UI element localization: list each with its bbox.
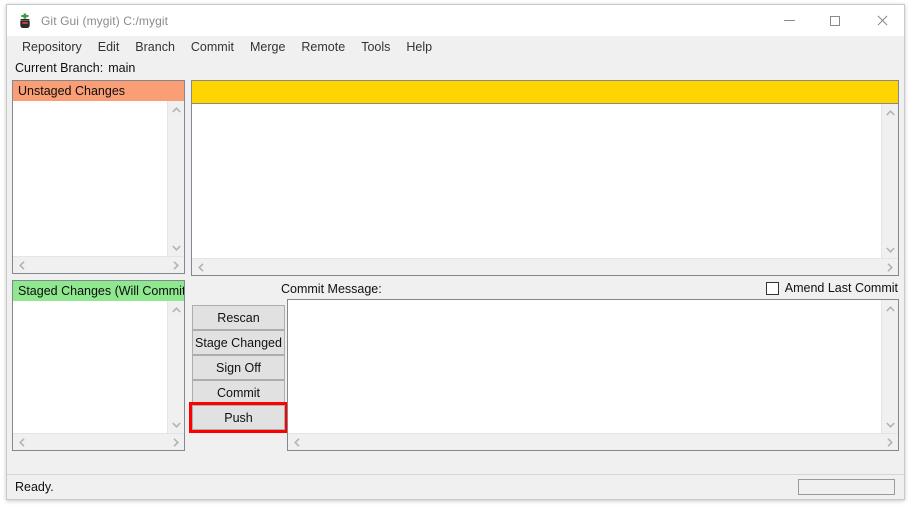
window-title: Git Gui (mygit) C:/mygit	[41, 14, 168, 28]
commit-message-panel	[287, 299, 899, 451]
diff-vertical-scrollbar[interactable]	[881, 104, 898, 275]
status-progress-box	[798, 479, 895, 495]
push-button[interactable]: Push	[192, 405, 285, 430]
menu-item-branch[interactable]: Branch	[127, 38, 183, 57]
menu-item-help[interactable]: Help	[398, 38, 440, 57]
diff-text-area[interactable]	[192, 103, 898, 275]
amend-last-commit-label: Amend Last Commit	[785, 281, 898, 295]
status-text: Ready.	[7, 480, 54, 494]
commit-button-label: Commit	[217, 386, 260, 400]
amend-last-commit-option[interactable]: Amend Last Commit	[766, 281, 898, 295]
unstaged-vertical-scrollbar[interactable]	[167, 101, 184, 273]
scroll-left-icon[interactable]	[13, 257, 30, 274]
push-button-label: Push	[224, 411, 253, 425]
diff-viewer-panel	[191, 80, 899, 276]
unstaged-changes-list[interactable]	[13, 101, 184, 273]
status-bar: Ready.	[7, 474, 904, 499]
title-bar: Git Gui (mygit) C:/mygit	[7, 5, 904, 36]
scroll-up-icon[interactable]	[168, 101, 185, 118]
close-button[interactable]	[858, 5, 904, 36]
scroll-left-icon[interactable]	[13, 434, 30, 451]
maximize-button[interactable]	[812, 5, 858, 36]
stage-changed-button-label: Stage Changed	[195, 336, 282, 350]
window-controls	[766, 5, 904, 36]
menu-item-repository[interactable]: Repository	[14, 38, 90, 57]
stage-changed-button[interactable]: Stage Changed	[192, 330, 285, 355]
scroll-right-icon[interactable]	[881, 434, 898, 451]
rescan-button[interactable]: Rescan	[192, 305, 285, 330]
main-body: Unstaged Changes	[7, 77, 904, 475]
minimize-button[interactable]	[766, 5, 812, 36]
menu-item-merge[interactable]: Merge	[242, 38, 293, 57]
unstaged-horizontal-scrollbar[interactable]	[13, 256, 184, 273]
current-branch-label: Current Branch:	[15, 61, 103, 75]
current-branch-bar: Current Branch: main	[7, 58, 904, 77]
scroll-up-icon[interactable]	[882, 104, 899, 121]
scroll-down-icon[interactable]	[168, 416, 185, 433]
scroll-down-icon[interactable]	[168, 239, 185, 256]
commit-button[interactable]: Commit	[192, 380, 285, 405]
scroll-right-icon[interactable]	[167, 257, 184, 274]
rescan-button-label: Rescan	[217, 311, 259, 325]
scroll-up-icon[interactable]	[168, 301, 185, 318]
unstaged-changes-header: Unstaged Changes	[13, 81, 184, 101]
commit-message-label: Commit Message:	[281, 282, 382, 296]
current-branch-value: main	[108, 61, 135, 75]
scroll-right-icon[interactable]	[881, 259, 898, 276]
commit-message-input[interactable]	[288, 300, 898, 450]
scroll-right-icon[interactable]	[167, 434, 184, 451]
menu-item-tools[interactable]: Tools	[353, 38, 398, 57]
git-gui-window: Git Gui (mygit) C:/mygit Repository Edit…	[6, 4, 905, 500]
commit-message-vertical-scrollbar[interactable]	[881, 300, 898, 450]
scroll-left-icon[interactable]	[288, 434, 305, 451]
menu-item-remote[interactable]: Remote	[293, 38, 353, 57]
staged-changes-header: Staged Changes (Will Commit)	[13, 281, 184, 301]
diff-header-bar	[192, 81, 898, 103]
amend-last-commit-checkbox[interactable]	[766, 282, 779, 295]
sign-off-button-label: Sign Off	[216, 361, 261, 375]
staged-horizontal-scrollbar[interactable]	[13, 433, 184, 450]
app-root: Git Gui (mygit) C:/mygit Repository Edit…	[0, 0, 911, 508]
menu-item-edit[interactable]: Edit	[90, 38, 128, 57]
staged-changes-panel: Staged Changes (Will Commit)	[12, 280, 185, 451]
close-icon	[876, 15, 887, 26]
minimize-icon	[784, 20, 795, 21]
diff-horizontal-scrollbar[interactable]	[192, 258, 898, 275]
staged-changes-list[interactable]	[13, 301, 184, 450]
scroll-down-icon[interactable]	[882, 416, 899, 433]
maximize-icon	[830, 16, 840, 26]
git-gui-icon	[17, 13, 33, 29]
unstaged-changes-panel: Unstaged Changes	[12, 80, 185, 274]
commit-message-horizontal-scrollbar[interactable]	[288, 433, 898, 450]
menu-bar: Repository Edit Branch Commit Merge Remo…	[7, 36, 904, 58]
staged-vertical-scrollbar[interactable]	[167, 301, 184, 450]
scroll-left-icon[interactable]	[192, 259, 209, 276]
sign-off-button[interactable]: Sign Off	[192, 355, 285, 380]
scroll-down-icon[interactable]	[882, 241, 899, 258]
menu-item-commit[interactable]: Commit	[183, 38, 242, 57]
scroll-up-icon[interactable]	[882, 300, 899, 317]
